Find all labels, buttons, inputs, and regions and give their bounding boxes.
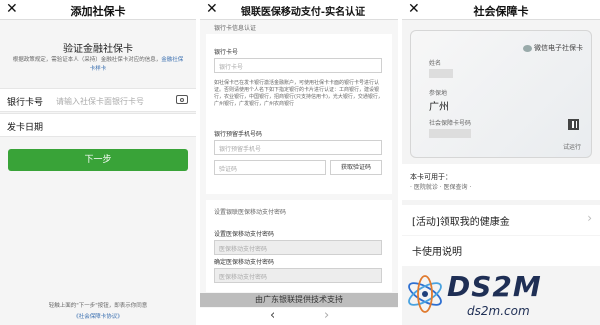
page-title: 银联医保移动支付-实名认证 [240, 7, 366, 18]
phone-label: 银行预留手机号码 [214, 131, 263, 138]
atom-logo-icon [408, 275, 442, 313]
usage-label: 本卡可用于： [410, 173, 452, 181]
card-number-label: 银行卡号 [214, 49, 239, 56]
wechat-icon [522, 44, 532, 52]
issue-date-row[interactable]: 发卡日期 [0, 113, 196, 137]
card-brand-label: 微信电子社保卡 [534, 44, 583, 52]
browser-nav-bar: ‹ › [200, 308, 398, 325]
usage-guide-item[interactable]: 卡使用说明 [402, 236, 600, 266]
camera-icon[interactable] [176, 95, 188, 104]
set-password-input[interactable]: 医保移动支付密码 [214, 240, 382, 255]
back-icon[interactable]: ‹ [270, 308, 275, 323]
watermark-url: ds2m.com [467, 304, 530, 318]
card-number-label: 银行卡号 [7, 98, 44, 108]
policy-desc: 根据政策规定，需验证本人（采持）金融社保卡对应的信息， [12, 57, 162, 63]
health-fund-label: [活动]领取我的健康金 [412, 217, 510, 228]
card-number-redacted [429, 129, 471, 138]
password-section: 设置银联医保移动支付密码 设置医保移动支付密码 医保移动支付密码 确定医保移动支… [206, 200, 392, 292]
card-brand: 微信电子社保卡 [522, 43, 583, 53]
ds2m-watermark: DS2M ds2m.com [405, 264, 595, 324]
confirm-password-input[interactable]: 医保移动支付密码 [214, 268, 382, 283]
card-number-row[interactable]: 银行卡号 请输入社保卡面银行卡号 [0, 88, 196, 112]
phone-input[interactable]: 银行预留手机号 [214, 140, 382, 155]
chevron-right-icon: › [587, 211, 592, 225]
watermark-logo-text: DS2M [447, 270, 542, 303]
card-number-input[interactable]: 银行卡号 [214, 58, 382, 73]
title-bar: ✕ 银联医保移动支付-实名认证 [200, 0, 398, 20]
page-title: 添加社保卡 [70, 5, 126, 18]
bank-info-section: 银行卡号 银行卡号 如社保卡已在发卡银行激活金融账户，可使用社保卡卡面的银行卡号… [206, 34, 392, 194]
tech-support-banner: 由广东银联提供技术支持 [200, 293, 398, 307]
agreement-text: 轻触上面的"下一步"按钮，即表示你同意 [48, 303, 148, 309]
issue-date-label: 发卡日期 [7, 123, 44, 133]
health-fund-item[interactable]: [活动]领取我的健康金 › [402, 205, 600, 235]
name-value-redacted [429, 69, 453, 78]
verify-heading: 验证金融社保卡 [63, 44, 133, 55]
password-section-title: 设置银联医保移动支付密码 [214, 209, 287, 216]
agreement-link[interactable]: 《社会保障卡协议》 [0, 312, 196, 320]
name-label: 姓名 [429, 60, 442, 67]
qr-code-icon[interactable] [568, 119, 579, 130]
card-number-label: 社会保障卡号码 [429, 120, 472, 127]
add-card-screen: ✕ 添加社保卡 验证金融社保卡 根据政策规定，需验证本人（采持）金融社保卡对应的… [0, 0, 198, 325]
title-bar: ✕ 添加社保卡 [0, 0, 196, 20]
bank-info-section-title: 银行卡信息认证 [214, 25, 257, 32]
set-password-label: 设置医保移动支付密码 [214, 231, 275, 238]
usage-guide-label: 卡使用说明 [412, 247, 462, 258]
page-title: 社会保障卡 [473, 5, 529, 18]
usage-section: 本卡可用于： · 医院就诊 · 医保查询 · [402, 164, 600, 200]
next-button[interactable]: 下一步 [8, 149, 188, 171]
status-badge: 试运行 [562, 144, 581, 151]
place-label: 参保地 [429, 90, 448, 97]
policy-text: 根据政策规定，需验证本人（采持）金融社保卡对应的信息，金融社保卡样卡 [12, 56, 184, 74]
bank-note: 如社保卡已在发卡银行激活金融账户，可使用社保卡卡面的银行卡号进行认证。否则请使用… [214, 80, 383, 107]
card-number-input[interactable]: 请输入社保卡面银行卡号 [56, 96, 144, 107]
e-card[interactable]: 微信电子社保卡 姓名 参保地 广州 社会保障卡号码 试运行 [410, 30, 592, 158]
usage-list: · 医院就诊 · 医保查询 · [410, 184, 472, 191]
forward-icon[interactable]: › [324, 308, 329, 323]
get-code-button[interactable]: 获取验证码 [330, 160, 382, 175]
place-value: 广州 [429, 102, 449, 113]
realname-auth-screen: ✕ 银联医保移动支付-实名认证 银行卡信息认证 银行卡号 银行卡号 如社保卡已在… [200, 0, 400, 325]
code-input[interactable]: 验证码 [214, 160, 326, 175]
title-bar: ✕ 社会保障卡 [402, 0, 600, 20]
confirm-password-label: 确定医保移动支付密码 [214, 259, 275, 266]
